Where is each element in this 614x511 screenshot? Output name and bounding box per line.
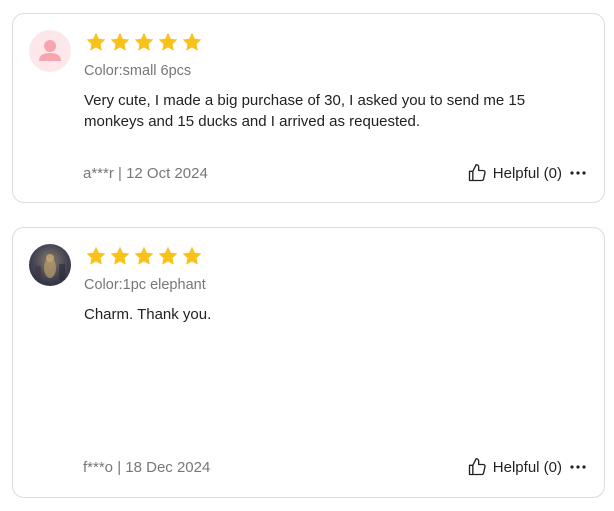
variant-label: Color:1pc elephant [84,277,206,293]
star-icon [158,32,178,51]
helpful-label: Helpful (0) [492,164,562,182]
more-horizontal-icon[interactable] [569,163,587,183]
review-text: Charm. Thank you. [84,306,212,323]
more-horizontal-icon[interactable] [569,457,587,477]
reviews-list: Color:small 6pcs Very cute, I made a big… [0,0,614,511]
thumbs-up-icon [468,164,486,182]
helpful-button[interactable]: Helpful (0) [467,163,562,183]
star-icon [134,32,154,51]
star-icon [182,32,202,51]
review-card: Color:1pc elephant Charm. Thank you. f**… [12,227,605,498]
review-text: Very cute, I made a big purchase of 30, … [84,92,526,130]
star-icon [110,246,130,265]
star-icon [86,32,106,51]
star-icon [134,246,154,265]
thumbs-up-icon [468,458,486,476]
helpful-button[interactable]: Helpful (0) [467,457,562,477]
star-rating [85,31,203,53]
star-icon [158,246,178,265]
author-date: a***r | 12 Oct 2024 [83,165,208,182]
star-icon [182,246,202,265]
star-icon [110,32,130,51]
review-card: Color:small 6pcs Very cute, I made a big… [12,13,605,203]
default-avatar-icon [29,30,71,72]
variant-label: Color:small 6pcs [84,63,192,79]
star-icon [86,246,106,265]
author-date: f***o | 18 Dec 2024 [83,459,211,476]
star-rating [85,245,203,267]
user-photo [29,244,71,286]
helpful-label: Helpful (0) [492,458,562,476]
